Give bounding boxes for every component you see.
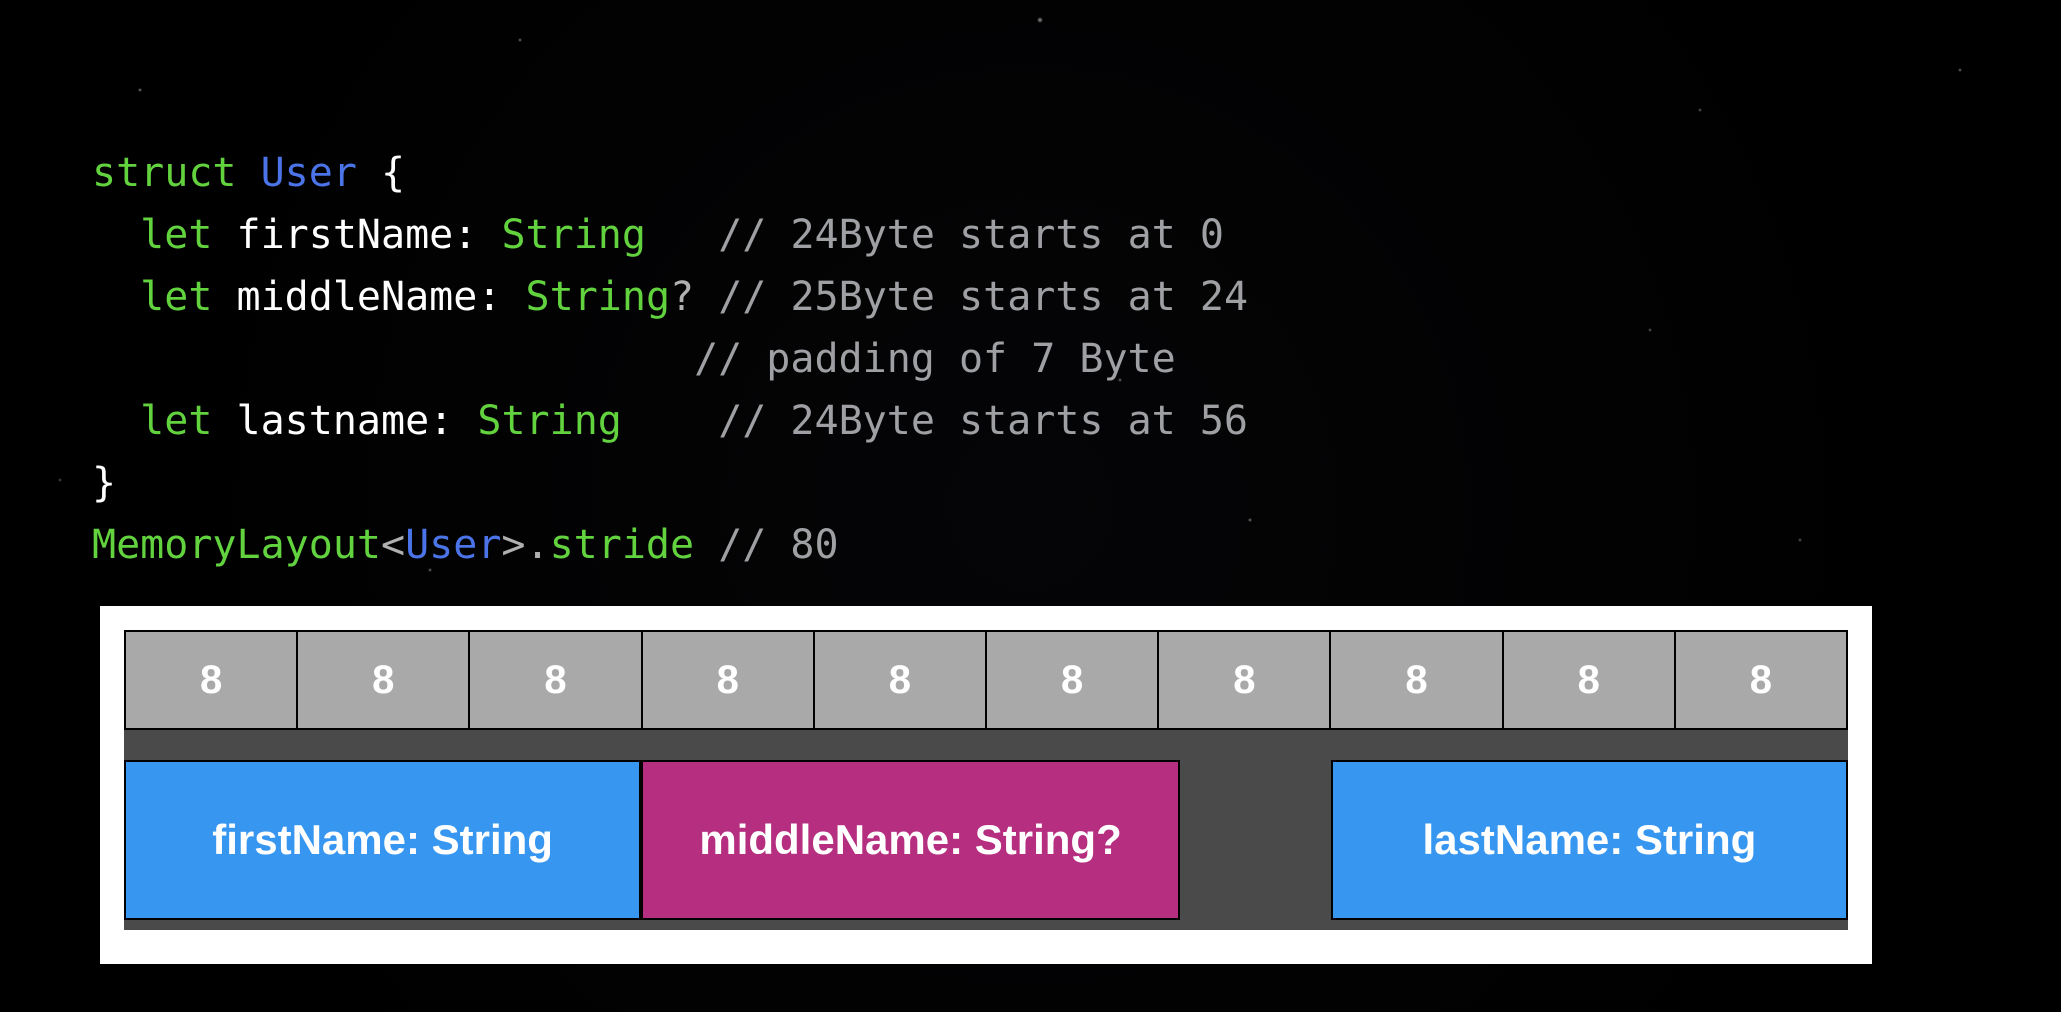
byte-cell: 8 [642, 630, 814, 730]
byte-row: 8888888888 [124, 630, 1848, 730]
angle-open: < [381, 522, 405, 568]
type-name-user: User [261, 150, 357, 196]
byte-cell: 8 [469, 630, 641, 730]
byte-cell: 8 [124, 630, 297, 730]
indent [92, 398, 140, 444]
keyword-struct: struct [92, 150, 237, 196]
type-string: String [501, 212, 646, 258]
keyword-let: let [140, 274, 212, 320]
comment-line-5: // 80 [718, 522, 838, 568]
byte-cell: 8 [1503, 630, 1675, 730]
memorylayout: MemoryLayout [92, 522, 381, 568]
field-box: middleName: String? [641, 760, 1180, 920]
type-string: String [477, 398, 622, 444]
indent [92, 212, 140, 258]
byte-cell: 8 [814, 630, 986, 730]
memory-diagram-frame: 8888888888 firstName: StringmiddleName: … [100, 606, 1872, 964]
angle-close: > [501, 522, 525, 568]
indent [92, 274, 140, 320]
comment-line-3: // padding of 7 Byte [694, 336, 1176, 382]
memory-diagram: 8888888888 firstName: StringmiddleName: … [124, 630, 1848, 930]
field-lastname: lastname [237, 398, 430, 444]
field-middlename: middleName [237, 274, 478, 320]
field-box: firstName: String [124, 760, 641, 920]
type-string: String [526, 274, 671, 320]
ml-type-user: User [405, 522, 501, 568]
field-row: firstName: StringmiddleName: String? last… [124, 760, 1848, 920]
optional-mark: ? [670, 274, 694, 320]
stride-prop: stride [550, 522, 695, 568]
colon: : [453, 212, 477, 258]
slide-stage: struct User { let firstName: String // 2… [0, 0, 2061, 1012]
comment-line-2: // 25Byte starts at 24 [718, 274, 1248, 320]
field-firstname: firstName [237, 212, 454, 258]
byte-cell: 8 [1675, 630, 1848, 730]
code-block: struct User { let firstName: String // 2… [92, 80, 1248, 638]
byte-cell: 8 [297, 630, 469, 730]
byte-cell: 8 [986, 630, 1158, 730]
keyword-let: let [140, 398, 212, 444]
comment-line-1: // 24Byte starts at 0 [718, 212, 1224, 258]
colon: : [477, 274, 501, 320]
keyword-let: let [140, 212, 212, 258]
byte-cell: 8 [1158, 630, 1330, 730]
brace-open: { [381, 150, 405, 196]
field-box: lastName: String [1331, 760, 1848, 920]
comment-line-4: // 24Byte starts at 56 [718, 398, 1248, 444]
dot: . [526, 522, 550, 568]
brace-close: } [92, 460, 116, 506]
colon: : [429, 398, 453, 444]
byte-cell: 8 [1330, 630, 1502, 730]
